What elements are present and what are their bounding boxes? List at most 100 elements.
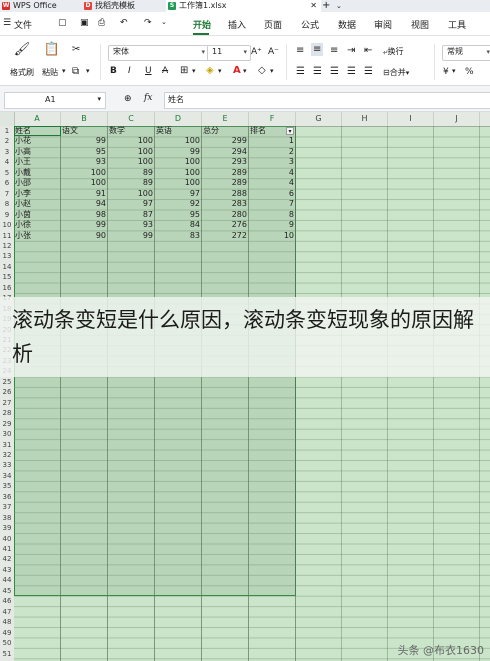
- font-size-select[interactable]: 11 ▾: [207, 45, 251, 61]
- bold-button[interactable]: B: [110, 66, 117, 76]
- font-color-icon[interactable]: A: [233, 65, 241, 76]
- cut-icon[interactable]: ✂: [72, 44, 80, 55]
- table-cell[interactable]: 100: [61, 168, 108, 178]
- table-cell[interactable]: 99: [155, 147, 202, 157]
- font-shrink-button[interactable]: A⁻: [268, 47, 279, 57]
- table-cell[interactable]: 92: [155, 199, 202, 209]
- merge-button[interactable]: ⊟合并▾: [383, 67, 409, 78]
- row-header-2[interactable]: 2: [0, 136, 14, 146]
- table-cell[interactable]: 小王: [14, 157, 61, 167]
- row-header-30[interactable]: 30: [0, 429, 14, 439]
- save-icon[interactable]: ▣: [80, 18, 89, 28]
- table-cell[interactable]: 98: [61, 210, 108, 220]
- copy-icon[interactable]: ⧉: [72, 66, 79, 77]
- table-cell[interactable]: 100: [155, 157, 202, 167]
- align-center-icon[interactable]: ☰: [313, 66, 322, 77]
- row-header-46[interactable]: 46: [0, 596, 14, 606]
- row-header-8[interactable]: 8: [0, 199, 14, 209]
- column-header-e[interactable]: E: [202, 112, 249, 126]
- header-cell[interactable]: 英语: [155, 126, 202, 136]
- row-header-10[interactable]: 10: [0, 220, 14, 230]
- indent-icon[interactable]: ⇥: [347, 45, 355, 56]
- table-cell[interactable]: 小高: [14, 147, 61, 157]
- table-cell[interactable]: 93: [61, 157, 108, 167]
- cell-area[interactable]: 姓名 语文 数学 英语 总分 排名 小花 99 100 100 299 1 小高 95 100 99 294 2 小…: [14, 126, 490, 661]
- table-cell[interactable]: 小戴: [14, 168, 61, 178]
- chevron-down-icon[interactable]: ⌄: [336, 0, 342, 12]
- currency-icon[interactable]: ¥: [443, 67, 449, 77]
- chevron-down-icon[interactable]: ▾: [62, 67, 66, 75]
- table-cell[interactable]: 294: [202, 147, 249, 157]
- table-cell[interactable]: 4: [249, 168, 296, 178]
- tab-home[interactable]: 开始: [193, 18, 211, 31]
- align-left-icon[interactable]: ☰: [296, 66, 305, 77]
- table-cell[interactable]: 288: [202, 189, 249, 199]
- table-cell[interactable]: 小茵: [14, 210, 61, 220]
- row-header-13[interactable]: 13: [0, 251, 14, 261]
- percent-icon[interactable]: %: [465, 67, 474, 77]
- table-cell[interactable]: 100: [155, 168, 202, 178]
- row-header-44[interactable]: 44: [0, 575, 14, 585]
- select-all-corner[interactable]: [0, 112, 15, 126]
- fx-button[interactable]: fx: [144, 93, 152, 103]
- format-painter-icon[interactable]: 🖌: [12, 42, 32, 57]
- table-cell[interactable]: 90: [61, 231, 108, 241]
- justify-icon[interactable]: ☰: [347, 66, 356, 77]
- table-cell[interactable]: 小李: [14, 189, 61, 199]
- table-cell[interactable]: 8: [249, 210, 296, 220]
- row-header-37[interactable]: 37: [0, 502, 14, 512]
- table-cell[interactable]: 100: [108, 136, 155, 146]
- table-cell[interactable]: 94: [61, 199, 108, 209]
- table-cell[interactable]: 84: [155, 220, 202, 230]
- column-header-d[interactable]: D: [155, 112, 202, 126]
- zoom-icon[interactable]: ⊕: [124, 94, 132, 104]
- table-cell[interactable]: 4: [249, 178, 296, 188]
- row-header-31[interactable]: 31: [0, 440, 14, 450]
- row-header-48[interactable]: 48: [0, 617, 14, 627]
- table-cell[interactable]: 小邵: [14, 178, 61, 188]
- table-cell[interactable]: 100: [155, 136, 202, 146]
- tab-page[interactable]: 页面: [264, 18, 282, 31]
- header-cell[interactable]: 数学: [108, 126, 155, 136]
- italic-button[interactable]: I: [128, 66, 131, 76]
- table-cell[interactable]: 99: [61, 220, 108, 230]
- table-cell[interactable]: 100: [61, 178, 108, 188]
- table-cell[interactable]: 6: [249, 189, 296, 199]
- paste-icon[interactable]: 📋: [42, 42, 62, 57]
- column-header-g[interactable]: G: [296, 112, 342, 126]
- chevron-down-icon[interactable]: ▾: [192, 67, 196, 75]
- table-cell[interactable]: 299: [202, 136, 249, 146]
- fill-color-icon[interactable]: ◈: [206, 65, 214, 76]
- column-header-f[interactable]: F: [249, 112, 296, 126]
- align-top-icon[interactable]: ≡: [296, 45, 304, 56]
- row-header-3[interactable]: 3: [0, 147, 14, 157]
- table-cell[interactable]: 小花: [14, 136, 61, 146]
- table-cell[interactable]: 272: [202, 231, 249, 241]
- row-header-7[interactable]: 7: [0, 189, 14, 199]
- tab-wps-office[interactable]: W WPS Office: [0, 0, 77, 12]
- align-right-icon[interactable]: ☰: [330, 66, 339, 77]
- print-icon[interactable]: ⎙: [98, 18, 105, 28]
- row-header-5[interactable]: 5: [0, 168, 14, 178]
- distribute-icon[interactable]: ☰: [364, 66, 373, 77]
- number-format-select[interactable]: 常规 ▾: [442, 45, 490, 61]
- row-header-42[interactable]: 42: [0, 554, 14, 564]
- tab-formula[interactable]: 公式: [301, 18, 319, 31]
- row-header-33[interactable]: 33: [0, 460, 14, 470]
- header-cell[interactable]: 总分: [202, 126, 249, 136]
- row-header-36[interactable]: 36: [0, 492, 14, 502]
- strikethrough-icon[interactable]: A: [162, 66, 168, 76]
- column-header-j[interactable]: J: [434, 112, 480, 126]
- new-tab-button[interactable]: +: [322, 0, 330, 12]
- row-header-41[interactable]: 41: [0, 544, 14, 554]
- row-header-14[interactable]: 14: [0, 262, 14, 272]
- chevron-down-icon[interactable]: ⌄: [161, 18, 167, 26]
- column-header-h[interactable]: H: [342, 112, 388, 126]
- paste-label[interactable]: 粘贴: [42, 67, 58, 78]
- table-cell[interactable]: 97: [108, 199, 155, 209]
- column-header-b[interactable]: B: [61, 112, 108, 126]
- align-middle-icon[interactable]: ≡: [311, 43, 324, 56]
- table-cell[interactable]: 87: [108, 210, 155, 220]
- row-header-6[interactable]: 6: [0, 178, 14, 188]
- format-painter-label[interactable]: 格式刷: [10, 67, 34, 78]
